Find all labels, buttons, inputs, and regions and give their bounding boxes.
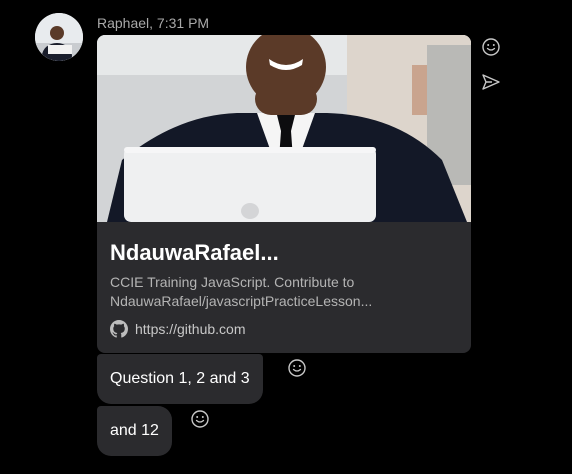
smiley-icon[interactable] bbox=[190, 409, 210, 429]
link-preview-image bbox=[97, 35, 471, 222]
github-icon bbox=[110, 320, 128, 338]
smiley-icon[interactable] bbox=[287, 358, 307, 378]
message-bubble[interactable]: and 12 bbox=[97, 406, 172, 456]
smiley-icon[interactable] bbox=[481, 37, 501, 57]
link-preview-description: CCIE Training JavaScript. Contribute to … bbox=[110, 274, 373, 309]
link-preview-card[interactable]: NdauwaRafael... CCIE Training JavaScript… bbox=[97, 35, 471, 353]
message-bubble[interactable]: Question 1, 2 and 3 bbox=[97, 354, 263, 404]
link-preview-title[interactable]: NdauwaRafael... bbox=[110, 240, 279, 266]
link-preview-url[interactable]: https://github.com bbox=[135, 321, 246, 337]
link-preview-source[interactable]: https://github.com bbox=[110, 320, 246, 338]
send-icon[interactable] bbox=[481, 72, 501, 92]
avatar[interactable] bbox=[35, 13, 83, 61]
sender-line: Raphael, 7:31 PM bbox=[97, 15, 210, 31]
